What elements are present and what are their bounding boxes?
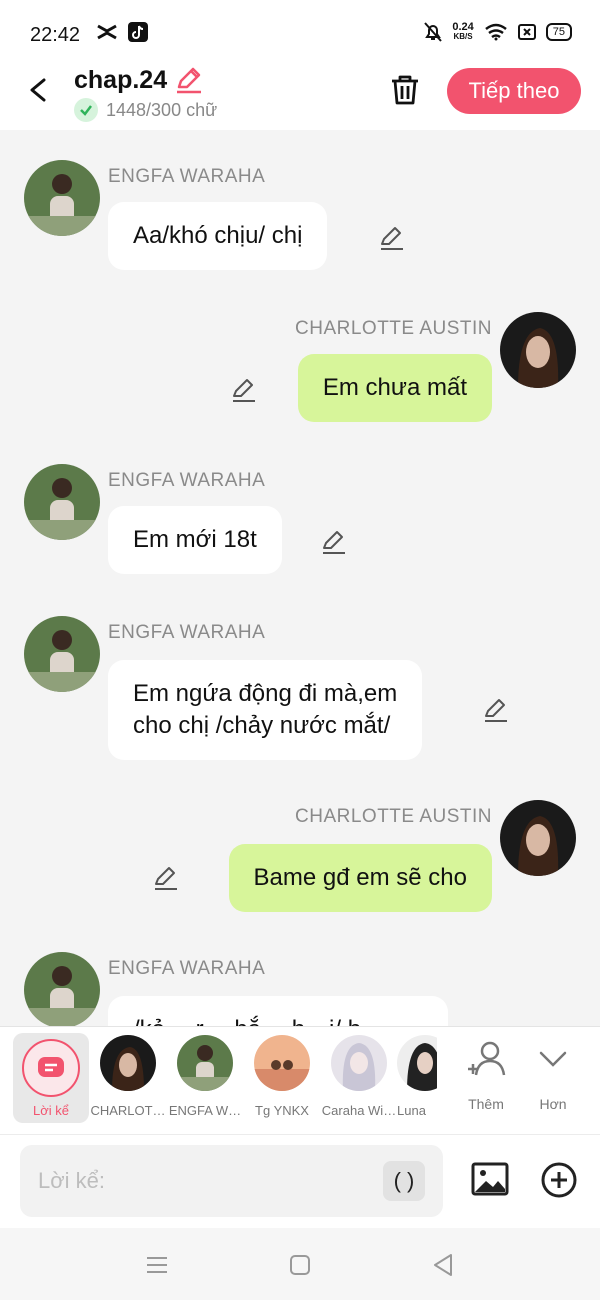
trash-icon[interactable]	[388, 72, 422, 108]
avatar-engfa[interactable]	[24, 464, 100, 540]
narrator-icon	[22, 1039, 80, 1097]
character-label: CHARLOT…	[90, 1103, 166, 1118]
character-label: ENGFA W…	[168, 1103, 242, 1118]
add-character-button[interactable]: Thêm	[456, 1039, 516, 1112]
sender-name: ENGFA WARAHA	[108, 470, 266, 491]
parenthesis-button[interactable]: ( )	[383, 1161, 425, 1201]
net-speed-value: 0.24	[452, 21, 474, 33]
character-label: Luna	[397, 1103, 426, 1118]
input-bar: ( )	[0, 1134, 600, 1228]
avatar-engfa[interactable]	[24, 160, 100, 236]
status-time: 22:42	[30, 24, 81, 46]
sender-name: ENGFA WARAHA	[108, 958, 266, 979]
message-bubble[interactable]: Bame gđ em sẽ cho	[228, 844, 492, 912]
character-label: Caraha Wi…	[321, 1103, 397, 1118]
more-label: Hơn	[539, 1096, 567, 1112]
character-label: Tg YNKX	[255, 1103, 309, 1118]
avatar-charlotte[interactable]	[500, 312, 576, 388]
edit-message-icon[interactable]	[152, 864, 180, 892]
status-bar: 22:42 0.24 KB/S 75	[0, 0, 600, 64]
status-app-icons	[96, 22, 148, 42]
character-caraha[interactable]: Caraha Wi…	[320, 1035, 398, 1118]
narrator-button[interactable]: Lời kể	[13, 1033, 89, 1123]
sender-name: ENGFA WARAHA	[108, 622, 266, 643]
image-icon[interactable]	[470, 1159, 510, 1199]
message-bubble[interactable]: Em mới 18t	[108, 506, 282, 574]
avatar	[397, 1035, 437, 1091]
header: chap.24 1448/300 chữ Tiếp theo	[0, 64, 600, 130]
battery-icon: 75	[545, 23, 572, 41]
bell-off-icon	[424, 22, 443, 42]
narration-input[interactable]	[38, 1163, 378, 1199]
edit-message-icon[interactable]	[230, 376, 258, 404]
add-icon[interactable]	[540, 1161, 578, 1199]
chapter-title[interactable]: chap.24	[74, 66, 167, 95]
add-character-label: Thêm	[468, 1096, 504, 1112]
net-speed-unit: KB/S	[453, 32, 473, 41]
character-engfa[interactable]: ENGFA W…	[166, 1035, 244, 1118]
character-luna[interactable]: Luna	[397, 1035, 437, 1118]
input-box: ( )	[20, 1145, 443, 1217]
avatar-engfa[interactable]	[24, 616, 100, 692]
net-speed: 0.24 KB/S	[452, 22, 473, 42]
capcut-icon	[97, 24, 117, 40]
message-bubble[interactable]: Aa/khó chịu/ chị	[108, 202, 328, 270]
status-right: 0.24 KB/S 75	[424, 22, 572, 42]
next-button[interactable]: Tiếp theo	[447, 68, 581, 114]
edit-message-icon[interactable]	[482, 696, 510, 724]
message-line: cho chị /chảy nước mắt/	[133, 712, 391, 739]
chevron-down-icon	[539, 1051, 567, 1067]
home-icon[interactable]	[287, 1252, 313, 1278]
avatar	[100, 1035, 156, 1091]
sender-name: CHARLOTTE AUSTIN	[295, 806, 492, 827]
avatar-engfa[interactable]	[24, 952, 100, 1026]
avatar	[331, 1035, 387, 1091]
back-icon[interactable]	[20, 72, 56, 108]
avatar-charlotte[interactable]	[500, 800, 576, 876]
message-line: Em ngứa động đi mà,em	[133, 680, 398, 707]
system-nav-bar	[0, 1228, 600, 1300]
message-bubble[interactable]: /kẻ… r… hắ… h…i/ b…	[108, 996, 448, 1026]
sender-name: ENGFA WARAHA	[108, 166, 266, 187]
edit-message-icon[interactable]	[378, 224, 406, 252]
menu-icon[interactable]	[144, 1252, 170, 1278]
character-bar: Lời kể CHARLOT… ENGFA W… Tg YNKX Caraha …	[0, 1026, 600, 1134]
word-count: 1448/300 chữ	[106, 100, 218, 120]
back-nav-icon[interactable]	[430, 1252, 456, 1278]
character-tg-ynkx[interactable]: Tg YNKX	[243, 1035, 321, 1118]
message-bubble[interactable]: Em ngứa động đi mà,em cho chị /chảy nước…	[108, 660, 423, 760]
add-user-icon	[468, 1041, 506, 1076]
sender-name: CHARLOTTE AUSTIN	[295, 318, 492, 339]
avatar	[177, 1035, 233, 1091]
character-charlotte[interactable]: CHARLOT…	[89, 1035, 167, 1118]
wifi-icon	[484, 23, 507, 41]
more-button[interactable]: Hơn	[523, 1039, 583, 1112]
message-bubble[interactable]: Em chưa mất	[297, 354, 492, 422]
avatar	[254, 1035, 310, 1091]
edit-title-icon[interactable]	[174, 64, 204, 94]
narrator-label: Lời kể	[33, 1103, 69, 1118]
chat-area: ENGFA WARAHA Aa/khó chịu/ chị CHARLOTTE …	[0, 130, 600, 1026]
edit-message-icon[interactable]	[320, 528, 348, 556]
tiktok-icon	[128, 22, 148, 42]
x-box-icon	[517, 24, 536, 40]
check-icon	[74, 98, 98, 122]
